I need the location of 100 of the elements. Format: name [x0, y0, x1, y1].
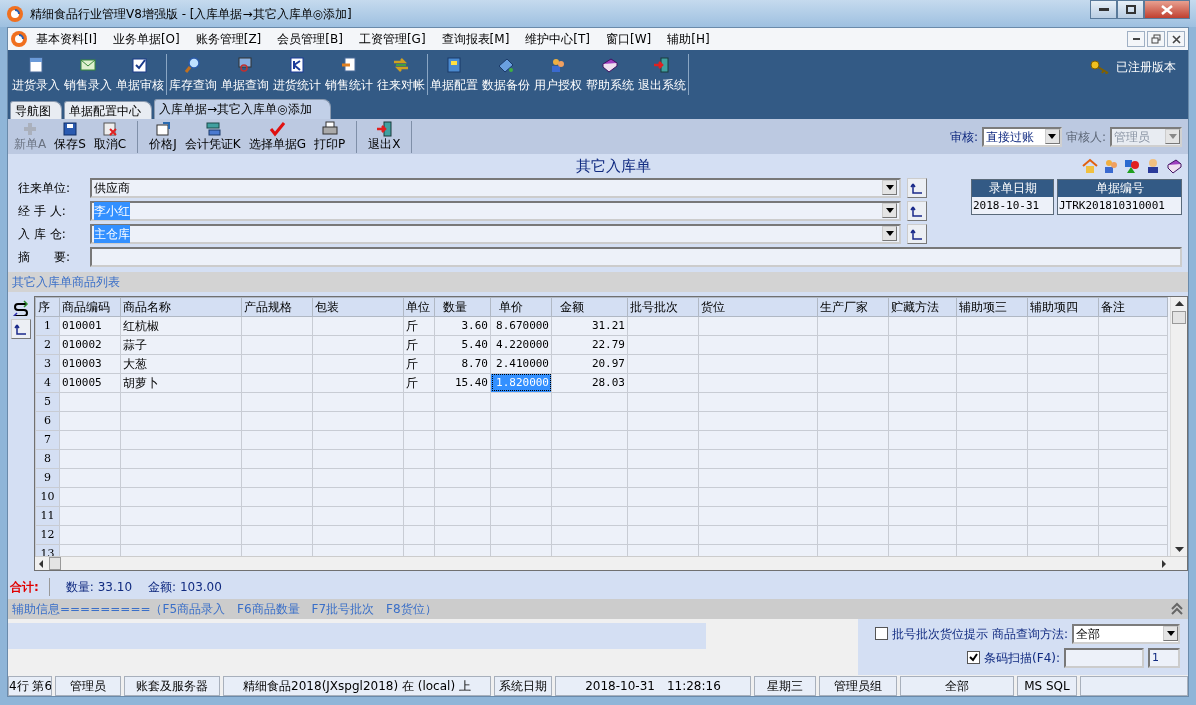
exit-door-icon [376, 120, 393, 137]
toolbar-button[interactable]: 数据备份 [480, 54, 532, 96]
toolbar-button[interactable]: 退出系统 [636, 54, 688, 96]
toolbar-button[interactable]: 选择单据G [245, 120, 309, 153]
dropdown-arrow-icon [885, 231, 894, 237]
table-cell: 4.220000 [490, 335, 552, 355]
minimize-button[interactable] [1127, 31, 1145, 47]
table-cell: 22.79 [551, 335, 628, 355]
vertical-scrollbar[interactable] [1170, 296, 1187, 557]
pick-button[interactable] [907, 177, 927, 198]
totals-label: 合计: [10, 577, 50, 596]
column-header[interactable]: 辅助项四 [1027, 297, 1099, 317]
pick-button[interactable] [907, 200, 927, 221]
window-title: 精细食品行业管理V8增强版 - [入库单据→其它入库单◎添加] [30, 5, 352, 23]
hint-text: 辅助信息=========（F5商品录入 F6商品数量 F7批号批次 F8货位） [12, 600, 437, 618]
key-icon [1090, 59, 1110, 74]
table-cell: 大葱 [120, 354, 242, 374]
menu-item[interactable]: 基本资料[I] [28, 28, 105, 50]
pick-button[interactable] [11, 318, 31, 339]
close-button[interactable] [1167, 31, 1185, 47]
scrollbar-thumb[interactable] [1172, 310, 1186, 324]
toolbar-button[interactable]: 取消C [90, 120, 130, 153]
pick-button[interactable] [907, 223, 927, 244]
column-header[interactable]: 生产厂家 [817, 297, 889, 317]
tab[interactable]: 入库单据→其它入库单◎添加 [154, 99, 331, 120]
form-title: 其它入库单 [575, 156, 651, 177]
tab[interactable]: 单据配置中心 [64, 101, 152, 120]
field-label: 商品查询方法: [991, 625, 1068, 643]
checkbox-icon [131, 55, 149, 74]
toolbar-button[interactable]: 进货统计 [271, 54, 323, 96]
close-icon [1170, 33, 1182, 45]
toolbar-button[interactable]: 销售录入 [62, 54, 114, 96]
table-cell: 15.40 [434, 373, 491, 393]
toolbar-button[interactable]: 库存查询 [167, 54, 219, 96]
toolbar-button[interactable]: 退出X [365, 120, 404, 153]
toolbar-button[interactable]: 单据审核 [114, 54, 166, 96]
field-value: 2018-10-31 [972, 197, 1053, 215]
close-button[interactable] [1144, 0, 1190, 19]
column-header[interactable]: 辅助项三 [956, 297, 1028, 317]
table-cell: 010002 [59, 335, 121, 355]
column-header[interactable]: 备注 [1098, 297, 1168, 317]
column-header[interactable]: 单价 [490, 297, 552, 317]
checkbox[interactable] [967, 651, 981, 665]
column-header[interactable]: 序 [35, 297, 60, 317]
toolbar-button[interactable]: 往来对帐 [375, 54, 427, 96]
menu-item[interactable]: 业务单据[O] [104, 28, 188, 50]
field-value: JTRK201810310001 [1058, 197, 1181, 215]
menu-item[interactable]: 窗口[W] [598, 28, 660, 50]
table-cell: 蒜子 [120, 335, 242, 355]
registration-status: 已注册版本 [1116, 58, 1176, 76]
table-cell: 20.97 [551, 354, 628, 374]
toolbar-button[interactable]: 进货录入 [10, 54, 62, 96]
person-icon [1145, 158, 1161, 175]
toolbar-button[interactable]: 保存S [51, 120, 89, 153]
maximize-button[interactable] [1117, 0, 1144, 19]
menu-item[interactable]: 会员管理[B] [269, 28, 351, 50]
menu-item[interactable]: 维护中心[T] [517, 28, 598, 50]
column-header[interactable]: 单位 [403, 297, 435, 317]
minimize-button[interactable] [1090, 0, 1117, 19]
column-header[interactable]: 贮藏方法 [888, 297, 957, 317]
toolbar-button[interactable]: 用户授权 [532, 54, 584, 96]
quantity-field[interactable]: 1 [1148, 647, 1180, 668]
column-header[interactable]: 货位 [698, 297, 818, 317]
combo-field[interactable]: 供应商 [90, 177, 901, 198]
horizontal-scrollbar[interactable] [35, 556, 1187, 571]
column-header[interactable]: 金额 [551, 297, 628, 317]
toolbar-button[interactable]: 会计凭证K [181, 120, 244, 153]
column-header[interactable]: 数量 [434, 297, 491, 317]
menu-item[interactable]: 辅助[H] [659, 28, 718, 50]
barcode-field[interactable] [1064, 647, 1144, 668]
toolbar-button[interactable]: 打印P [310, 120, 349, 153]
column-header[interactable]: 批号批次 [627, 297, 699, 317]
scroll-left-icon[interactable] [37, 558, 46, 569]
column-header[interactable]: 产品规格 [241, 297, 313, 317]
scrollbar-thumb[interactable] [49, 557, 61, 571]
toolbar-button[interactable]: 单据查询 [219, 54, 271, 96]
menu-item[interactable]: 账务管理[Z] [187, 28, 270, 50]
toolbar-button[interactable]: 价格J [146, 120, 180, 153]
table-cell: 28.03 [551, 373, 628, 393]
checkbox[interactable] [874, 627, 888, 641]
column-header[interactable]: 包装 [312, 297, 404, 317]
menu-item[interactable]: 查询报表[M] [433, 28, 518, 50]
close-icon [1161, 4, 1173, 15]
query-method-select[interactable]: 全部 [1072, 623, 1180, 644]
table-cell: 3.60 [434, 316, 491, 336]
column-header[interactable]: 商品名称 [120, 297, 242, 317]
audit-select[interactable]: 直接过账 [981, 126, 1062, 147]
minimize-icon [1098, 7, 1109, 12]
tab[interactable]: 导航图 [10, 101, 62, 120]
arrows-icon [392, 55, 410, 74]
menu-item[interactable]: 工资管理[G] [350, 28, 434, 50]
summary-field[interactable] [90, 246, 1182, 267]
restore-button[interactable] [1147, 31, 1165, 47]
column-header[interactable]: 商品编码 [59, 297, 121, 317]
toolbar-button[interactable]: 帮助系统 [584, 54, 636, 96]
toolbar-button[interactable]: 销售统计 [323, 54, 375, 96]
scroll-right-icon[interactable] [1159, 558, 1168, 569]
toolbar-button[interactable]: 单据配置 [428, 54, 480, 96]
collapse-icon[interactable] [1170, 601, 1184, 616]
minimize-icon [1132, 38, 1140, 40]
